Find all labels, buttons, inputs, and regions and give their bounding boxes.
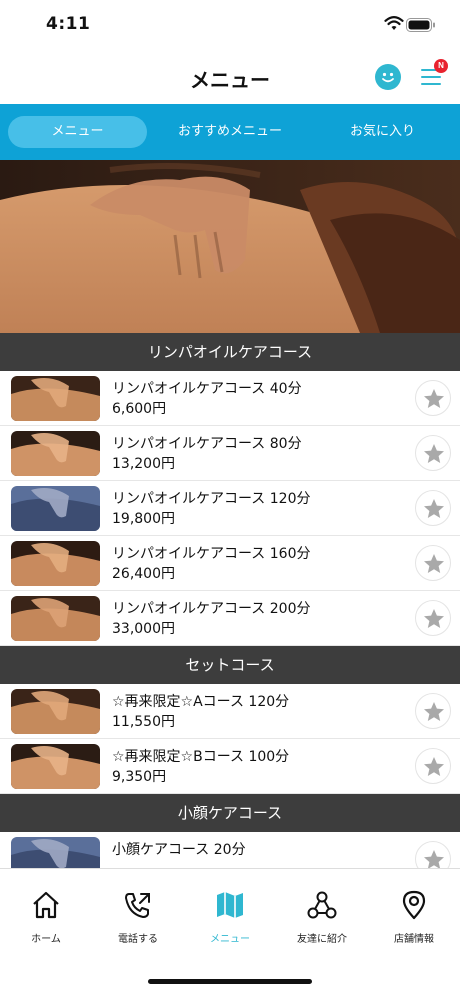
tab-menu[interactable]: メニュー: [8, 116, 147, 148]
status-bar: 4:11: [0, 0, 460, 52]
menu-item-name: リンパオイルケアコース 160分: [112, 546, 311, 562]
star-icon: [424, 444, 444, 463]
menu-item-name: 小顔ケアコース 20分: [112, 842, 246, 858]
menu-item-price: 9,350円: [112, 769, 167, 785]
menu-item-thumbnail: [11, 486, 100, 531]
menu-item[interactable]: リンパオイルケアコース 200分 33,000円: [0, 591, 460, 646]
favorite-star-button[interactable]: [415, 380, 451, 416]
menu-item-name: ☆再来限定☆Aコース 120分: [112, 694, 290, 710]
star-icon: [424, 609, 444, 628]
location-pin-icon: [402, 890, 426, 920]
home-icon: [33, 891, 59, 919]
menu-item-thumbnail: [11, 689, 100, 734]
menu-item[interactable]: ☆再来限定☆Aコース 120分 11,550円: [0, 684, 460, 739]
map-book-icon: [217, 892, 243, 918]
phone-icon: [125, 893, 150, 918]
star-icon: [424, 554, 444, 573]
tab-favorites[interactable]: お気に入り: [315, 116, 450, 148]
menu-item-price: 26,400円: [112, 566, 175, 582]
menu-item-name: リンパオイルケアコース 40分: [112, 381, 302, 397]
bottom-nav-call[interactable]: 電話する: [92, 869, 184, 949]
bottom-nav-menu[interactable]: メニュー: [184, 869, 276, 949]
share-network-icon: [307, 891, 337, 919]
section-header: リンパオイルケアコース: [0, 333, 460, 371]
hero-massage-photo: [0, 160, 460, 333]
menu-item-name: リンパオイルケアコース 200分: [112, 601, 311, 617]
bottom-nav-refer[interactable]: 友達に紹介: [276, 869, 368, 949]
header: メニュー N: [0, 52, 460, 104]
menu-item-name: リンパオイルケアコース 80分: [112, 436, 302, 452]
favorite-star-button[interactable]: [415, 435, 451, 471]
menu-item-price: 13,200円: [112, 456, 175, 472]
star-icon: [424, 702, 444, 721]
tab-bar: メニュー おすすめメニュー お気に入り: [0, 104, 460, 160]
hamburger-menu-button[interactable]: N: [421, 59, 448, 89]
home-indicator: [148, 979, 312, 984]
favorite-star-button[interactable]: [415, 545, 451, 581]
notification-badge: N: [434, 59, 448, 73]
smile-icon[interactable]: [375, 64, 401, 90]
star-icon: [424, 757, 444, 776]
menu-item-name: リンパオイルケアコース 120分: [112, 491, 311, 507]
wifi-icon: [384, 16, 404, 35]
bottom-nav-label: ホーム: [31, 934, 61, 945]
menu-item-price: 19,800円: [112, 511, 175, 527]
favorite-star-button[interactable]: [415, 600, 451, 636]
menu-item[interactable]: リンパオイルケアコース 80分 13,200円: [0, 426, 460, 481]
menu-item[interactable]: リンパオイルケアコース 120分 19,800円: [0, 481, 460, 536]
menu-item-thumbnail: [11, 596, 100, 641]
section-header: セットコース: [0, 646, 460, 684]
menu-item[interactable]: ☆再来限定☆Bコース 100分 9,350円: [0, 739, 460, 794]
menu-item-name: ☆再来限定☆Bコース 100分: [112, 749, 290, 765]
menu-item[interactable]: リンパオイルケアコース 40分 6,600円: [0, 371, 460, 426]
star-icon: [424, 499, 444, 518]
tab-recommended[interactable]: おすすめメニュー: [160, 116, 300, 148]
bottom-nav-label: 店舗情報: [394, 934, 434, 945]
menu-item[interactable]: リンパオイルケアコース 160分 26,400円: [0, 536, 460, 591]
favorite-star-button[interactable]: [415, 748, 451, 784]
favorite-star-button[interactable]: [415, 693, 451, 729]
menu-item-thumbnail: [11, 744, 100, 789]
bottom-nav-label: メニュー: [210, 934, 250, 945]
status-time: 4:11: [46, 14, 91, 34]
bottom-nav-home[interactable]: ホーム: [0, 869, 92, 949]
bottom-navigation: ホーム 電話する メニュー 友達に紹介 店舗情報: [0, 868, 460, 996]
bottom-nav-label: 電話する: [118, 934, 158, 945]
menu-item-thumbnail: [11, 431, 100, 476]
menu-item-thumbnail: [11, 376, 100, 421]
menu-item-price: 11,550円: [112, 714, 175, 730]
menu-item-thumbnail: [11, 541, 100, 586]
favorite-star-button[interactable]: [415, 490, 451, 526]
menu-item-price: 6,600円: [112, 401, 167, 417]
star-icon: [424, 389, 444, 408]
bottom-nav-store[interactable]: 店舗情報: [368, 869, 460, 949]
section-header: 小顔ケアコース: [0, 794, 460, 832]
bottom-nav-label: 友達に紹介: [297, 934, 347, 945]
menu-item-price: 33,000円: [112, 621, 175, 637]
battery-icon: [406, 17, 436, 36]
